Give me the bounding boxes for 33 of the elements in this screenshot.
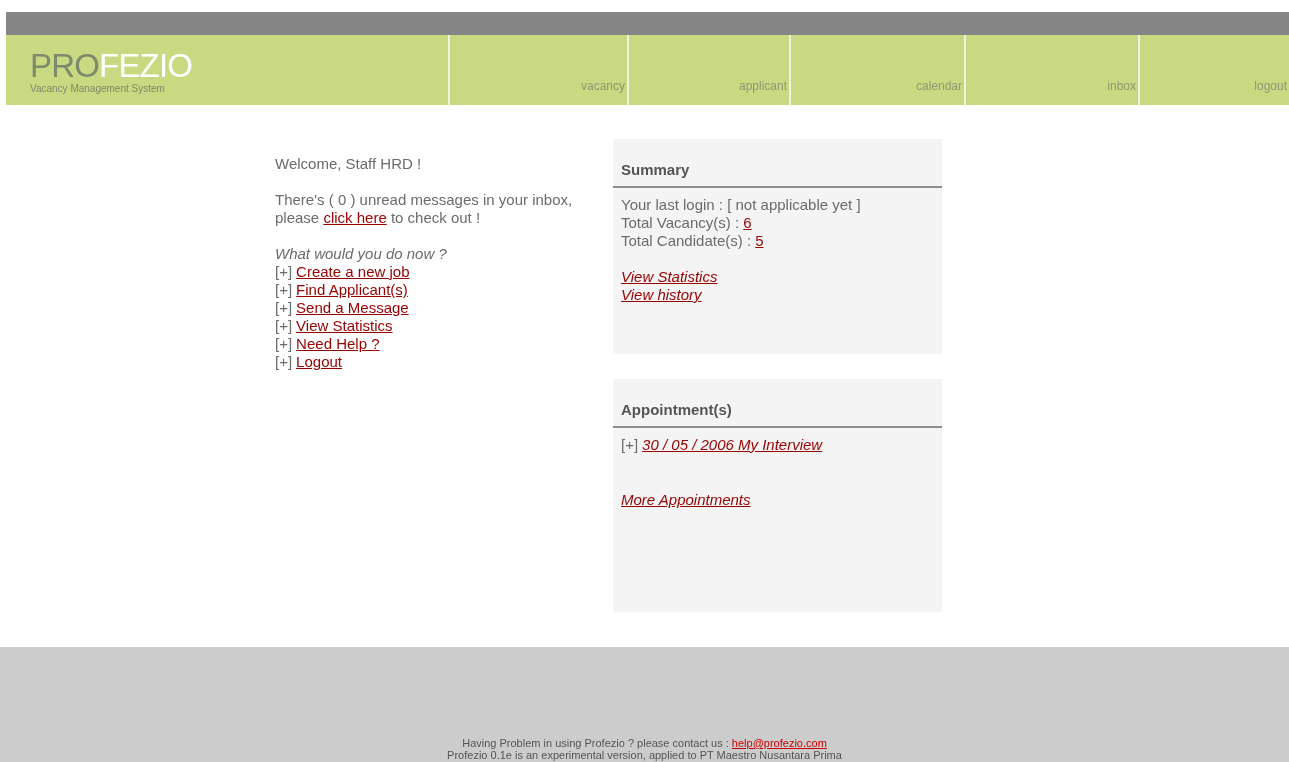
last-login-text: Your last login : [ not applicable yet ] (621, 196, 862, 214)
stat-value-link[interactable]: 6 (743, 214, 752, 232)
action-link[interactable]: Need Help ? (296, 335, 380, 353)
action-link[interactable]: Send a Message (296, 299, 409, 317)
logo-text: PROFEZIO (30, 49, 194, 83)
version-note: Profezio 0.1e is an experimental version, applied to PT Maestro Nusantara Prima (447, 749, 842, 761)
summary-link[interactable]: View history (621, 286, 702, 304)
bullet-marker: [+] (275, 353, 293, 371)
bullet-marker: [+] (275, 281, 293, 299)
bullet-marker: [+] (275, 335, 293, 353)
stat-label: Total Vacancy(s) : (621, 214, 741, 232)
panel-title: Summary (613, 139, 942, 188)
bullet-marker: [+] (275, 299, 293, 317)
actions-title: What would you do now ? (275, 245, 448, 263)
stat-label: Total Candidate(s) : (621, 232, 753, 250)
inbox-message: There's ( 0 ) unread messages in your inbox, please click here to check out ! (275, 191, 574, 227)
bullet-marker: [+] (275, 317, 293, 335)
click-here-link[interactable]: click here (323, 209, 387, 226)
action-link[interactable]: Find Applicant(s) (296, 281, 408, 299)
panel-title: Appointment(s) (613, 379, 942, 428)
more-appointments-link[interactable]: More Appointments (621, 491, 751, 509)
logo-subtitle: Vacancy Management System (30, 83, 166, 95)
bullet-marker: [+] (621, 436, 639, 454)
contact-text: Having Problem in using Profezio ? please contact us : help@profezio.com (462, 737, 827, 749)
action-link[interactable]: View Statistics (296, 317, 393, 335)
appointment-link[interactable]: 30 / 05 / 2006 My Interview (642, 436, 823, 454)
email-link[interactable]: help@profezio.com (731, 737, 827, 749)
bullet-marker: [+] (275, 263, 293, 281)
stat-value-link[interactable]: 5 (755, 232, 764, 250)
action-link[interactable]: Create a new job (296, 263, 410, 281)
welcome-text: Welcome, Staff HRD ! (275, 155, 423, 173)
action-link[interactable]: Logout (296, 353, 342, 371)
summary-link[interactable]: View Statistics (621, 268, 718, 286)
